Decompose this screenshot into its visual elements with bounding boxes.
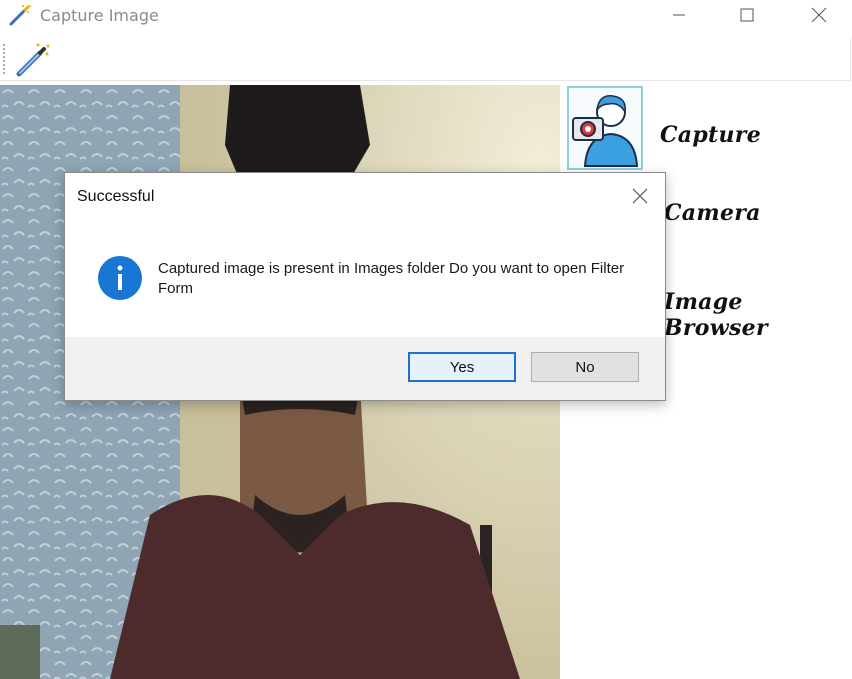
sidebar-item-image-browser[interactable]: Image Browser xyxy=(664,289,852,341)
maximize-icon xyxy=(740,8,754,22)
toolbar-grip[interactable] xyxy=(3,44,5,74)
title-bar: Capture Image xyxy=(0,0,852,30)
window-title: Capture Image xyxy=(40,6,159,25)
magic-wand-icon[interactable] xyxy=(14,42,52,78)
minimize-icon xyxy=(673,14,685,16)
close-window-button[interactable] xyxy=(796,0,842,30)
capture-thumbnail[interactable] xyxy=(567,86,643,170)
sidebar-item-capture[interactable]: Capture xyxy=(660,122,761,148)
close-icon xyxy=(811,7,827,23)
info-icon xyxy=(98,256,142,300)
sidebar-item-camera[interactable]: Camera xyxy=(664,200,761,226)
magic-wand-icon xyxy=(9,5,31,26)
dialog-title: Successful xyxy=(77,188,155,205)
minimize-button[interactable] xyxy=(656,0,702,30)
toolbar xyxy=(0,38,851,81)
yes-button[interactable]: Yes xyxy=(408,352,516,382)
dialog-message: Captured image is present in Images fold… xyxy=(158,260,625,297)
maximize-button[interactable] xyxy=(724,0,770,30)
message-dialog: Successful Captured image is present in … xyxy=(64,172,666,401)
dialog-button-bar: Yes No xyxy=(65,337,665,400)
camera-person-icon xyxy=(572,95,639,167)
close-icon[interactable] xyxy=(629,185,651,207)
no-button[interactable]: No xyxy=(531,352,639,382)
